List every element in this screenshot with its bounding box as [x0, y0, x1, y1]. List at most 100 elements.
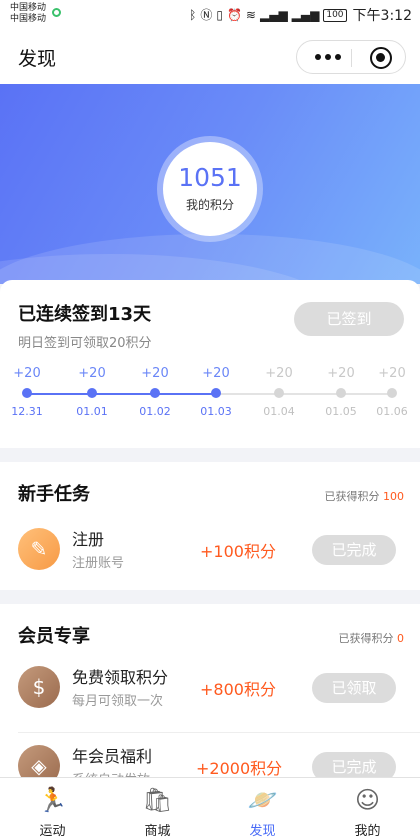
day-date: 01.02	[139, 405, 171, 418]
day-dot	[274, 388, 284, 398]
signin-day: +20 01.06	[370, 366, 414, 418]
signal-icon: ▂▄▆	[259, 8, 288, 22]
newbie-earned: 已获得积分 100	[325, 488, 405, 504]
page-title: 发现	[18, 48, 57, 70]
tab-label: 商城	[144, 824, 171, 839]
task-reward: +2000积分	[196, 759, 283, 777]
vibrate-icon: ▯	[216, 8, 223, 22]
task-name: 注册	[72, 530, 105, 549]
carrier-info: 中国移动 中国移动	[10, 3, 46, 25]
day-dot	[211, 388, 221, 398]
signin-button[interactable]: 已签到	[294, 302, 404, 336]
task-button[interactable]: 已领取	[312, 673, 396, 703]
task-desc: 系统自动发放	[72, 769, 150, 777]
battery-icon: 100	[323, 8, 347, 22]
signin-day: +20 12.31	[5, 366, 49, 418]
title-bar: 发现	[0, 28, 420, 84]
target-circle-icon[interactable]	[370, 47, 392, 69]
carrier-1: 中国移动	[10, 3, 47, 13]
day-points: +20	[78, 366, 106, 381]
points-banner: 1051 我的积分	[0, 84, 420, 284]
points-ring[interactable]: 1051 我的积分	[157, 136, 263, 242]
signin-day: +20 01.05	[319, 366, 363, 418]
planet-icon: 🪐	[247, 786, 278, 814]
tab-bar: 🏃 运动 🛍 商城 🪐 发现 ☺ 我的	[0, 777, 420, 840]
tab-mine[interactable]: ☺ 我的	[315, 778, 420, 840]
task-button[interactable]: 已完成	[312, 752, 396, 777]
money-bag-icon: $	[18, 666, 60, 708]
signin-day: +20 01.04	[257, 366, 301, 418]
day-points: +20	[265, 366, 293, 381]
capsule-divider	[351, 49, 352, 67]
task-item: ✎ 注册 注册账号 +100积分 已完成	[0, 508, 420, 594]
day-points: +20	[202, 366, 230, 381]
day-dot	[336, 388, 346, 398]
task-item: $ 免费领取积分 每月可领取一次 +800积分 已领取	[0, 646, 420, 732]
day-date: 01.05	[325, 405, 357, 418]
clock: 下午3:12	[352, 8, 412, 24]
pencil-icon: ✎	[18, 528, 60, 570]
nfc-icon: Ⓝ	[200, 8, 213, 22]
member-earned: 已获得积分 0	[339, 630, 405, 646]
task-desc: 注册账号	[72, 556, 125, 571]
more-dots-icon[interactable]	[315, 54, 341, 60]
day-dot	[87, 388, 97, 398]
day-points: +20	[327, 366, 355, 381]
earned-label: 已获得积分	[338, 632, 394, 645]
bluetooth-icon: ᛒ	[189, 8, 197, 22]
day-dot	[150, 388, 160, 398]
earned-label: 已获得积分	[324, 490, 380, 503]
day-date: 01.04	[263, 405, 295, 418]
task-name: 免费领取积分	[72, 668, 169, 687]
member-title: 会员专享	[18, 626, 90, 647]
signin-card: 已连续签到13天 明日签到可领取20积分 已签到 +20 12.31 +20 01.0…	[0, 280, 420, 448]
task-button[interactable]: 已完成	[312, 535, 396, 565]
day-date: 01.03	[200, 405, 232, 418]
newbie-tasks-section: 新手任务 已获得积分 100 ✎ 注册 注册账号 +100积分 已完成	[0, 462, 420, 590]
points-label: 我的积分	[185, 198, 234, 212]
user-face-icon: ☺	[354, 786, 381, 814]
day-points: +20	[13, 366, 41, 381]
task-desc: 每月可领取一次	[72, 694, 164, 709]
task-name: 年会员福利	[72, 747, 153, 766]
task-reward: +800积分	[200, 680, 276, 699]
signin-timeline: +20 12.31 +20 01.01 +20 01.02 +20 01.03 +20 01.04…	[0, 366, 420, 426]
timeline-progress	[27, 393, 216, 395]
signin-subtitle: 明日签到可领取20积分	[18, 336, 152, 351]
tab-label: 运动	[39, 824, 66, 839]
wechat-status-icon	[52, 8, 61, 17]
tab-discover[interactable]: 🪐 发现	[210, 778, 315, 840]
newbie-title: 新手任务	[18, 484, 90, 505]
earned-value: 100	[383, 490, 404, 503]
day-date: 01.01	[76, 405, 108, 418]
tab-label: 我的	[354, 824, 381, 839]
signal-2-icon: ▂▄▆	[291, 8, 320, 22]
shopping-bag-icon: 🛍	[142, 786, 173, 814]
points-circle: 1051 我的积分	[163, 142, 257, 236]
day-date: 01.06	[376, 405, 408, 418]
day-dot	[22, 388, 32, 398]
signin-day: +20 01.01	[70, 366, 114, 418]
signin-title: 已连续签到13天	[18, 304, 152, 325]
mini-program-capsule	[296, 40, 406, 74]
earned-value: 0	[397, 632, 404, 645]
status-icons: ᛒ Ⓝ ▯ ⏰ ≋ ▂▄▆ ▂▄▆ 100 下午3:12	[189, 5, 412, 25]
status-bar: 中国移动 中国移动 ᛒ Ⓝ ▯ ⏰ ≋ ▂▄▆ ▂▄▆ 100 下午3:12	[0, 0, 420, 28]
task-reward: +100积分	[200, 542, 276, 561]
signin-day: +20 01.03	[194, 366, 238, 418]
timeline-remaining	[216, 393, 392, 395]
day-points: +20	[378, 366, 406, 381]
tab-sport[interactable]: 🏃 运动	[0, 778, 105, 840]
wifi-icon: ≋	[245, 8, 256, 22]
dollar-badge-icon: ◈	[18, 745, 60, 777]
tab-label: 发现	[249, 824, 276, 839]
tab-mall[interactable]: 🛍 商城	[105, 778, 210, 840]
points-value: 1051	[178, 163, 242, 192]
day-date: 12.31	[11, 405, 43, 418]
alarm-icon: ⏰	[226, 8, 242, 22]
signin-day: +20 01.02	[133, 366, 177, 418]
member-perks-section: 会员专享 已获得积分 0 $ 免费领取积分 每月可领取一次 +800积分 已领取…	[0, 604, 420, 777]
running-icon: 🏃	[37, 786, 68, 814]
day-dot	[387, 388, 397, 398]
day-points: +20	[141, 366, 169, 381]
